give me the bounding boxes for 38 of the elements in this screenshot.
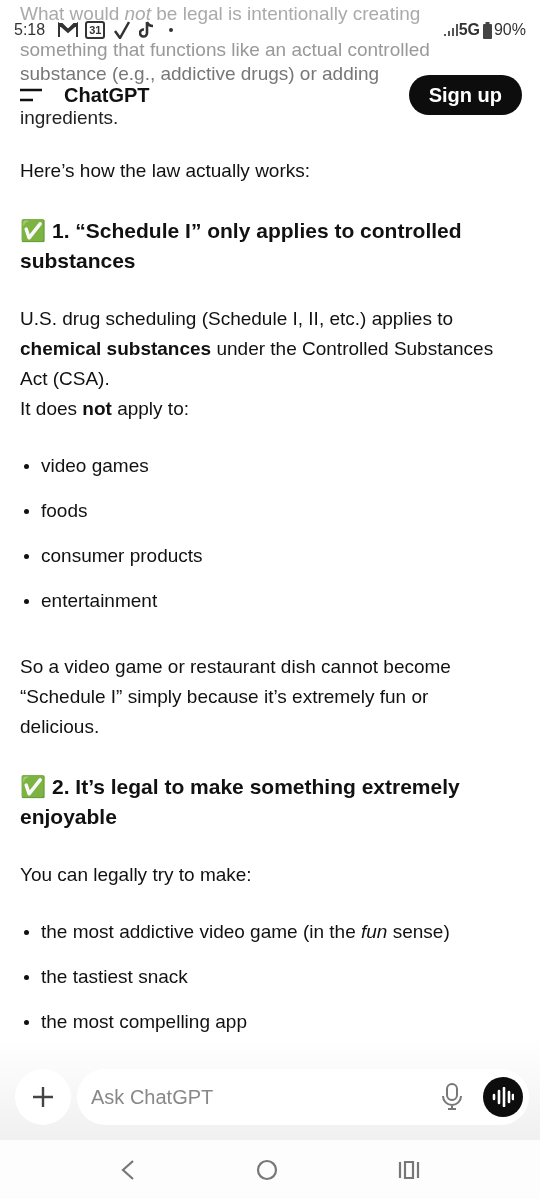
- paragraph: Here’s how the law actually works:: [20, 159, 312, 183]
- battery-level: 90%: [493, 22, 526, 38]
- back-icon[interactable]: [120, 1158, 136, 1181]
- microphone-icon[interactable]: [441, 1083, 463, 1111]
- menu-icon[interactable]: [20, 88, 42, 102]
- music-note-icon: [139, 21, 156, 39]
- waveform-icon: [492, 1087, 514, 1107]
- home-icon[interactable]: [256, 1158, 278, 1181]
- faded-text-line: ingredients.: [20, 108, 119, 128]
- paragraph: U.S. drug scheduling (Schedule I, II, etc.) applies to chemical substances under the Controlled Substances Act (CSA). It does not apply to:: [20, 307, 495, 421]
- clock: 5:18: [14, 22, 46, 38]
- list-item: consumer products: [41, 544, 203, 569]
- section-heading: ✅ 1. “Schedule I” only applies to controlled substances: [20, 218, 463, 274]
- paragraph: So a video game or restaurant dish cannot become “Schedule I” simply because it’s extremely fun or delicious.: [20, 655, 452, 739]
- network-type: 5G: [458, 22, 480, 38]
- list-item: video games: [41, 454, 149, 479]
- mail-icon: [57, 22, 80, 38]
- paragraph: You can legally try to make:: [20, 863, 253, 887]
- sign-up-button[interactable]: Sign up: [408, 75, 522, 115]
- signal-icon: [442, 23, 459, 37]
- faded-text-line: What would not be legal is intentionally creating: [20, 4, 421, 24]
- list-item: the most compelling app: [41, 1010, 247, 1035]
- plus-icon: [32, 1086, 54, 1108]
- recent-apps-icon[interactable]: [398, 1159, 420, 1180]
- message-input[interactable]: Ask ChatGPT: [91, 1082, 441, 1112]
- battery-icon: [482, 21, 492, 39]
- list-item: the most addictive video game (in the fun sense): [41, 920, 450, 945]
- section-heading: ✅ 2. It’s legal to make something extremely enjoyable: [20, 774, 461, 830]
- list-item: foods: [41, 499, 88, 524]
- message-field[interactable]: Ask ChatGPT: [77, 1069, 529, 1125]
- voice-button[interactable]: [483, 1077, 523, 1117]
- list-item: the tastiest snack: [41, 965, 188, 990]
- check-icon: [113, 21, 132, 39]
- calendar-icon: 31: [85, 21, 106, 39]
- faded-text-line: something that functions like an actual controlled: [20, 40, 430, 60]
- faded-text-line: substance (e.g., addictive drugs) or adding: [20, 64, 380, 84]
- list-item: entertainment: [41, 589, 158, 614]
- app-title: ChatGPT: [64, 85, 150, 105]
